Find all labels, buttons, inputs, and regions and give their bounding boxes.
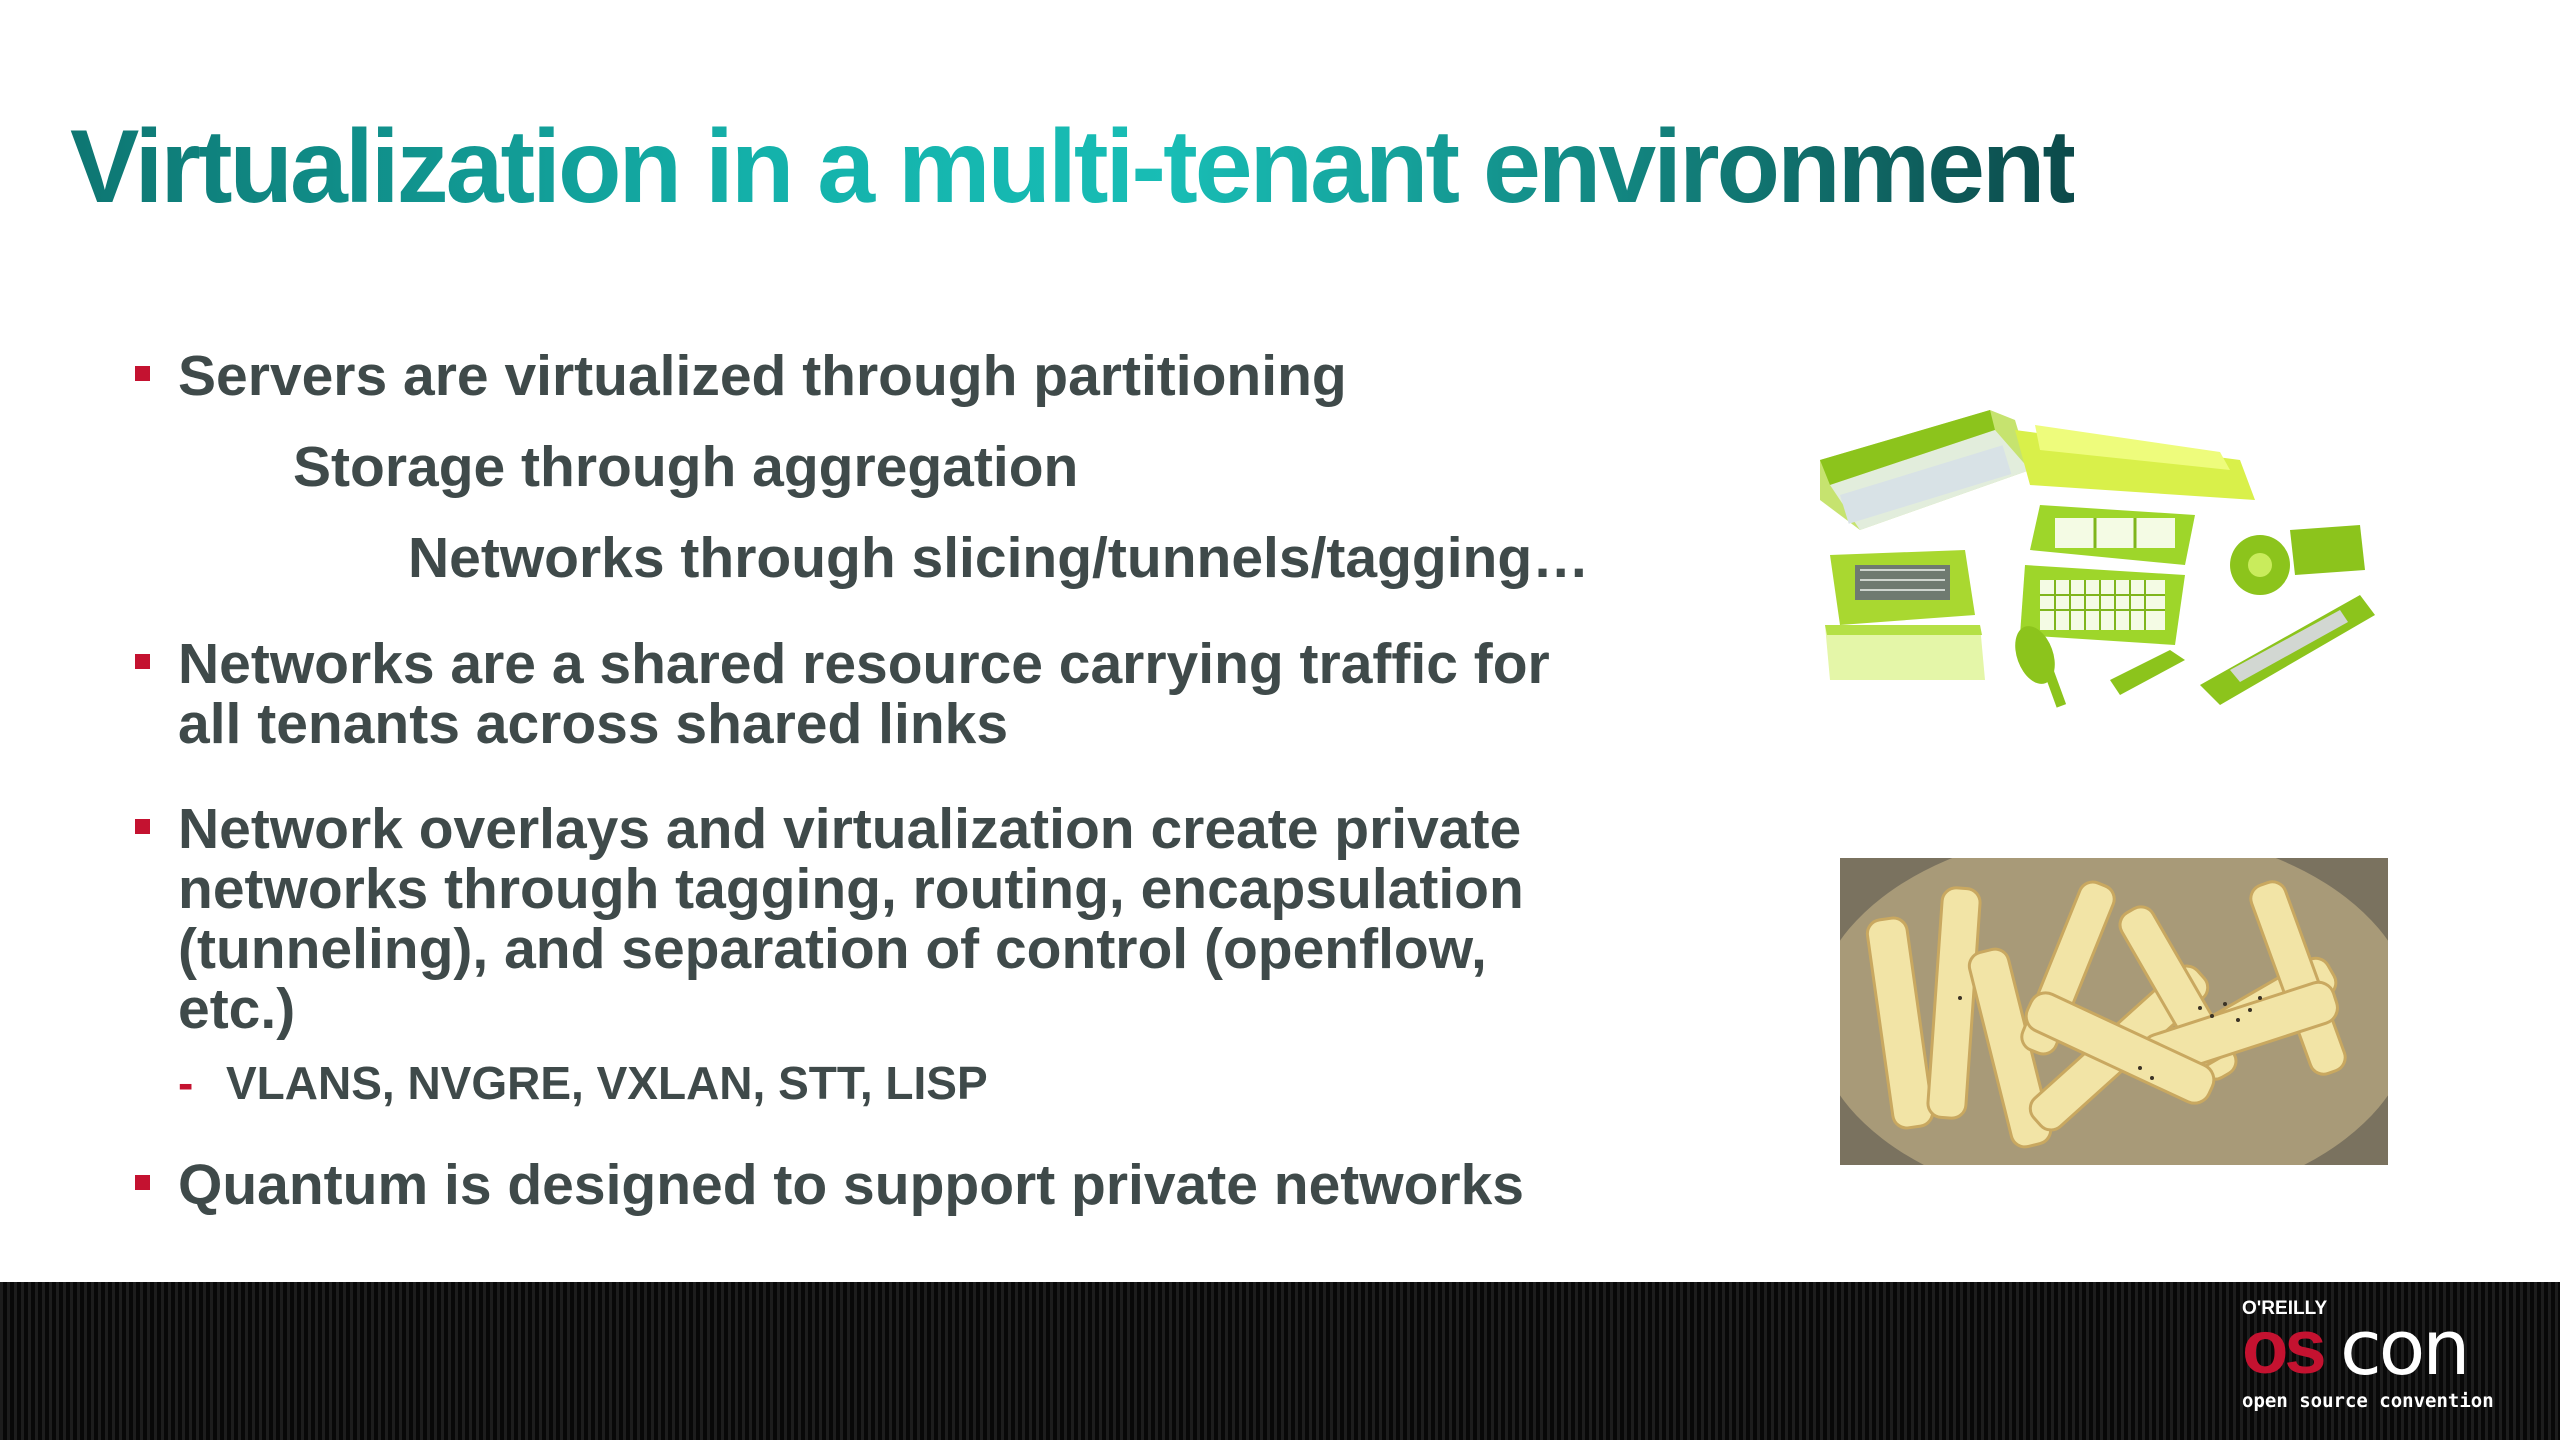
bullet-marker — [135, 366, 150, 381]
slide-title: Virtualization in a multi-tenant environ… — [70, 108, 2077, 228]
bullet-1-line-2: Storage through aggregation — [293, 435, 1079, 499]
footer-bar: O'REILLY os con open source convention — [0, 1282, 2560, 1440]
bullet-2-line-2: all tenants across shared links — [178, 692, 1009, 756]
logo-tagline: open source convention — [2242, 1390, 2494, 1412]
logo-os: os — [2242, 1305, 2327, 1390]
vegetable-chopper-image — [1820, 410, 2375, 708]
bullet-marker — [135, 819, 150, 834]
logo-con: con — [2340, 1303, 2470, 1392]
bullet-1-line-1: Servers are virtualized through partitio… — [178, 344, 1347, 408]
slide: Virtualization in a multi-tenant environ… — [0, 0, 2560, 1440]
bullet-4-line-1: Quantum is designed to support private n… — [178, 1153, 1525, 1217]
sub-bullet-dash: - — [178, 1057, 194, 1109]
bullet-marker — [135, 654, 150, 669]
bullet-3-sub-item: VLANS, NVGRE, VXLAN, STT, LISP — [226, 1057, 988, 1109]
fries-image — [1840, 858, 2388, 1165]
oscon-logo: O'REILLY os con open source convention — [2242, 1298, 2502, 1418]
bullet-1-line-3: Networks through slicing/tunnels/tagging… — [408, 526, 1590, 590]
bullet-3-line-3: (tunneling), and separation of control (… — [178, 917, 1487, 981]
bullet-2-line-1: Networks are a shared resource carrying … — [178, 632, 1550, 696]
bullet-3-line-2: networks through tagging, routing, encap… — [178, 857, 1524, 921]
bullet-3-line-1: Network overlays and virtualization crea… — [178, 797, 1522, 861]
bullet-marker — [135, 1175, 150, 1190]
bullet-3-line-4: etc.) — [178, 977, 296, 1041]
